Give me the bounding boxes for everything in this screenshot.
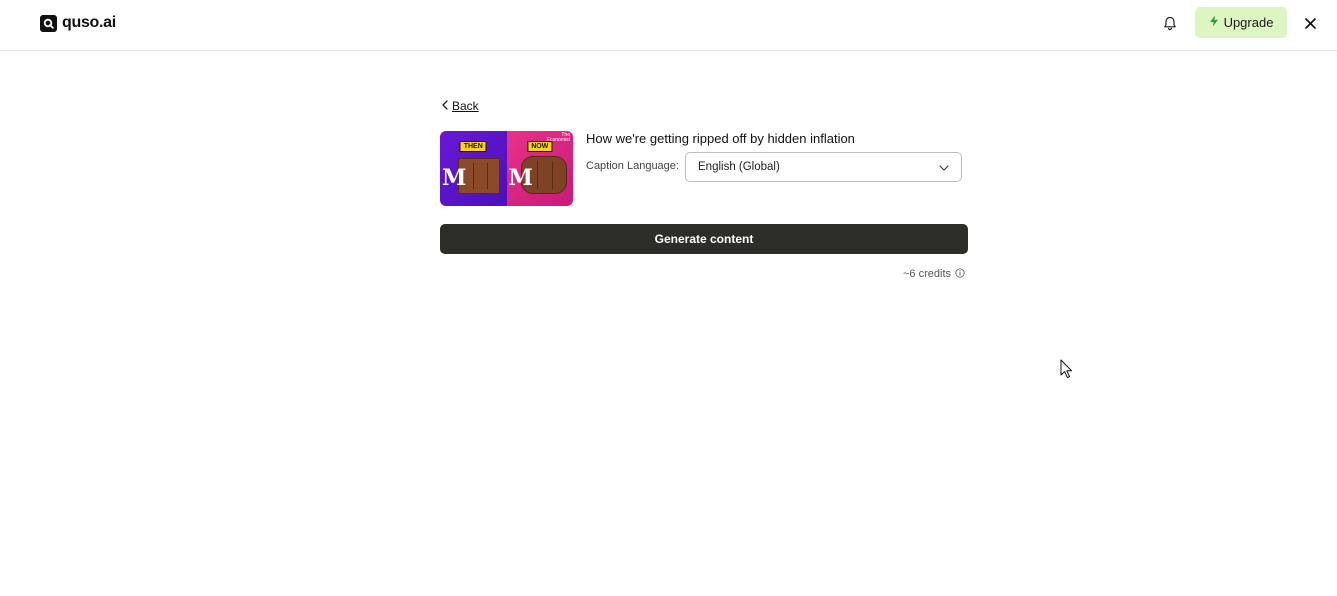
credits-estimate: ~6 credits xyxy=(903,267,965,281)
back-link[interactable]: Back xyxy=(441,98,479,114)
bell-icon[interactable] xyxy=(1161,14,1179,32)
brand-letter-m: M xyxy=(442,165,467,191)
caption-language-label: Caption Language: xyxy=(586,160,679,172)
logo[interactable]: quso.ai xyxy=(40,13,116,33)
upgrade-button[interactable]: Upgrade xyxy=(1195,7,1287,38)
mouse-cursor-icon xyxy=(1060,359,1073,379)
back-label: Back xyxy=(452,99,479,113)
info-icon[interactable] xyxy=(955,267,965,281)
caption-language-select[interactable]: English (Global) xyxy=(685,152,962,182)
logo-mark-icon xyxy=(40,14,57,32)
chevron-down-icon xyxy=(939,158,949,176)
thumbnail-now-panel: The Economist NOW M xyxy=(506,131,573,206)
chevron-left-icon xyxy=(441,99,449,113)
top-bar: quso.ai Upgrade xyxy=(0,0,1337,51)
then-tag: THEN xyxy=(459,141,487,152)
upgrade-label: Upgrade xyxy=(1223,15,1274,30)
generate-content-button[interactable]: Generate content xyxy=(440,224,968,254)
brand-letter-m-now: M xyxy=(508,165,533,191)
credits-text: ~6 credits xyxy=(903,268,951,280)
video-title: How we're getting ripped off by hidden i… xyxy=(586,131,855,146)
logo-text: quso.ai xyxy=(62,14,116,31)
video-thumbnail: THEN M The Economist NOW M xyxy=(440,131,573,206)
bolt-icon xyxy=(1209,15,1219,30)
caption-language-value: English (Global) xyxy=(698,161,780,173)
now-tag: NOW xyxy=(527,141,553,152)
close-icon[interactable] xyxy=(1302,15,1318,31)
thumbnail-then-panel: THEN M xyxy=(440,131,507,206)
